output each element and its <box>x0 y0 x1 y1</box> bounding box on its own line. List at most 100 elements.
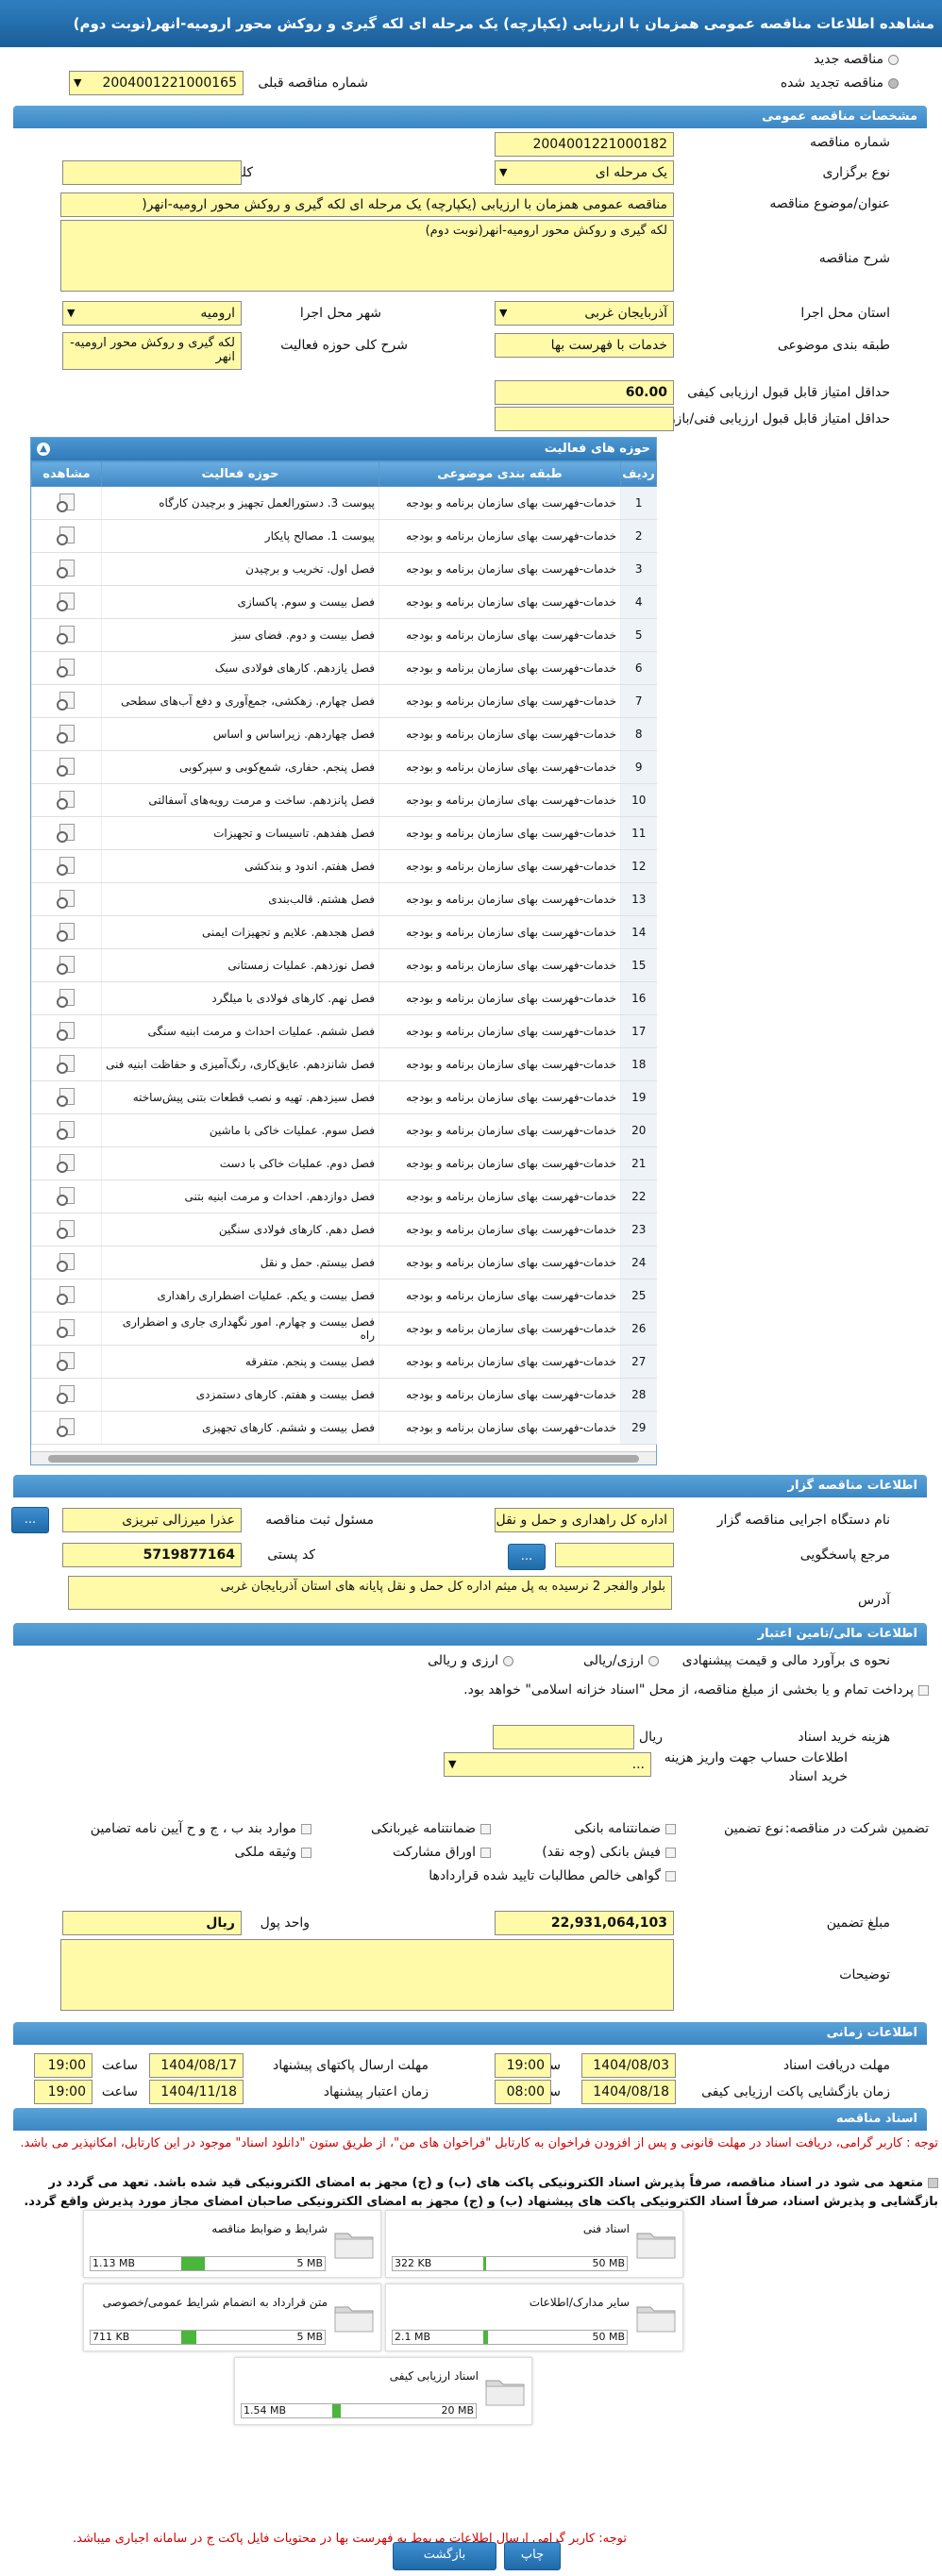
document-card[interactable]: شرایط و ضوابط مناقصه 1.13 MB 5 MB <box>83 2210 381 2278</box>
row-view[interactable] <box>31 1080 102 1114</box>
view-icon[interactable] <box>56 526 75 545</box>
signature-pledge-checkbox[interactable]: متعهد می شود در اسناد مناقصه، صرفاً پذیر… <box>4 2174 938 2212</box>
row-view[interactable] <box>31 1213 102 1246</box>
row-view[interactable] <box>31 1411 102 1445</box>
row-view[interactable] <box>31 783 102 817</box>
estimate-both-radio[interactable]: ارزی و ریالی <box>428 1653 513 1668</box>
row-view[interactable] <box>31 882 102 916</box>
row-view[interactable] <box>31 552 102 586</box>
row-view[interactable] <box>31 1047 102 1081</box>
view-icon[interactable] <box>56 988 75 1008</box>
view-icon[interactable] <box>56 1384 75 1404</box>
view-icon[interactable] <box>56 1021 75 1041</box>
row-view[interactable] <box>31 849 102 883</box>
row-view[interactable] <box>31 1312 102 1346</box>
back-button[interactable]: بازگشت <box>393 2542 496 2570</box>
guarantee-opt-3[interactable]: فیش بانکی (وجه نقد) <box>542 1845 676 1860</box>
row-view[interactable] <box>31 948 102 982</box>
view-icon[interactable] <box>56 790 75 810</box>
row-view[interactable] <box>31 618 102 652</box>
view-icon[interactable] <box>56 1417 75 1437</box>
row-category: خدمات-فهرست بهای سازمان برنامه و بودجه <box>378 1246 621 1280</box>
row-view[interactable] <box>31 1246 102 1280</box>
document-title: سایر مدارک/اطلاعات <box>529 2296 630 2309</box>
col-view: مشاهده <box>31 460 102 487</box>
horizontal-scrollbar[interactable] <box>31 1451 656 1464</box>
document-card[interactable]: اسناد فنی 322 KB 50 MB <box>385 2210 683 2278</box>
view-icon[interactable] <box>56 1120 75 1140</box>
collapse-icon[interactable]: ▲ <box>37 443 50 456</box>
row-view[interactable] <box>31 1113 102 1147</box>
guarantee-opt-0[interactable]: ضمانتنامه بانکی <box>574 1821 676 1836</box>
row-category: خدمات-فهرست بهای سازمان برنامه و بودجه <box>378 981 621 1015</box>
row-number: 23 <box>620 1213 657 1246</box>
row-view[interactable] <box>31 1378 102 1412</box>
view-icon[interactable] <box>56 1219 75 1239</box>
view-icon[interactable] <box>56 1351 75 1371</box>
unit-label: واحد پول <box>260 1915 310 1931</box>
reference-lookup-button[interactable]: ... <box>508 1544 546 1570</box>
row-view[interactable] <box>31 816 102 850</box>
view-icon[interactable] <box>56 691 75 711</box>
view-icon[interactable] <box>56 1186 75 1206</box>
view-icon[interactable] <box>56 493 75 512</box>
document-card[interactable]: سایر مدارک/اطلاعات 2.1 MB 50 MB <box>385 2283 683 2351</box>
guarantee-opt-5[interactable]: وثیقه ملکی <box>235 1845 311 1860</box>
view-icon[interactable] <box>56 856 75 876</box>
row-view[interactable] <box>31 750 102 784</box>
view-icon[interactable] <box>56 1153 75 1173</box>
renewed-tender-radio[interactable]: مناقصه تجدید شده <box>781 75 899 91</box>
unit-field: ریال <box>62 1911 242 1935</box>
prev-number-select[interactable]: 2004001221000165 ▼ <box>69 71 244 95</box>
row-view[interactable] <box>31 585 102 619</box>
view-icon[interactable] <box>56 1285 75 1305</box>
row-view[interactable] <box>31 1179 102 1213</box>
view-icon[interactable] <box>56 724 75 744</box>
guarantee-opt-6[interactable]: گواهی خالص مطالبات تایید شده قراردادها <box>429 1868 676 1883</box>
view-icon[interactable] <box>56 658 75 677</box>
view-icon[interactable] <box>56 1318 75 1338</box>
row-view[interactable] <box>31 1146 102 1180</box>
row-view[interactable] <box>31 981 102 1015</box>
row-view[interactable] <box>31 486 102 520</box>
city-select[interactable]: ارومیه ▼ <box>62 301 242 326</box>
row-view[interactable] <box>31 1279 102 1313</box>
row-view[interactable] <box>31 915 102 949</box>
guarantee-opt-1[interactable]: ضمانتنامه غیربانکی <box>371 1821 491 1836</box>
guarantee-opt-4[interactable]: اوراق مشارکت <box>393 1845 491 1860</box>
holding-type-select[interactable]: یک مرحله ای ▼ <box>495 160 674 185</box>
view-icon[interactable] <box>56 559 75 578</box>
row-view[interactable] <box>31 684 102 718</box>
responsible-lookup-button[interactable]: ... <box>11 1507 49 1533</box>
view-icon[interactable] <box>56 889 75 909</box>
view-icon[interactable] <box>56 1252 75 1272</box>
keyword-field[interactable] <box>62 160 242 185</box>
account-select[interactable]: ... ▼ <box>444 1752 651 1777</box>
document-card[interactable]: اسناد ارزیابی کیفی 1.54 MB 20 MB <box>234 2357 532 2425</box>
province-select[interactable]: آذربایجان غربی ▼ <box>495 301 674 326</box>
estimate-rial-radio[interactable]: ارزی/ریالی <box>583 1653 659 1668</box>
row-view[interactable] <box>31 651 102 685</box>
row-view[interactable] <box>31 1345 102 1379</box>
estimate-rial-label: ارزی/ریالی <box>583 1653 644 1668</box>
responsible-label: مسئول ثبت مناقصه <box>265 1513 374 1528</box>
province-value: آذربایجان غربی <box>584 306 667 321</box>
row-view[interactable] <box>31 717 102 751</box>
document-card[interactable]: متن قرارداد به انضمام شرایط عمومی/خصوصی 7… <box>83 2283 381 2351</box>
view-icon[interactable] <box>56 625 75 644</box>
row-view[interactable] <box>31 1014 102 1048</box>
scrollbar-thumb[interactable] <box>48 1455 639 1463</box>
view-icon[interactable] <box>56 1054 75 1074</box>
view-icon[interactable] <box>56 592 75 611</box>
print-button[interactable]: چاپ <box>504 2542 561 2570</box>
guarantee-opt-2[interactable]: موارد بند ب ، ج و ح آیین نامه تضامین <box>91 1821 311 1836</box>
row-category: خدمات-فهرست بهای سازمان برنامه و بودجه <box>378 651 621 685</box>
treasury-checkbox[interactable]: پرداخت تمام و یا بخشی از مبلغ مناقصه، از… <box>4 1680 929 1700</box>
view-icon[interactable] <box>56 757 75 777</box>
view-icon[interactable] <box>56 1087 75 1107</box>
view-icon[interactable] <box>56 955 75 975</box>
new-tender-radio[interactable]: مناقصه جدید <box>814 52 899 67</box>
view-icon[interactable] <box>56 922 75 942</box>
row-view[interactable] <box>31 519 102 553</box>
view-icon[interactable] <box>56 823 75 843</box>
